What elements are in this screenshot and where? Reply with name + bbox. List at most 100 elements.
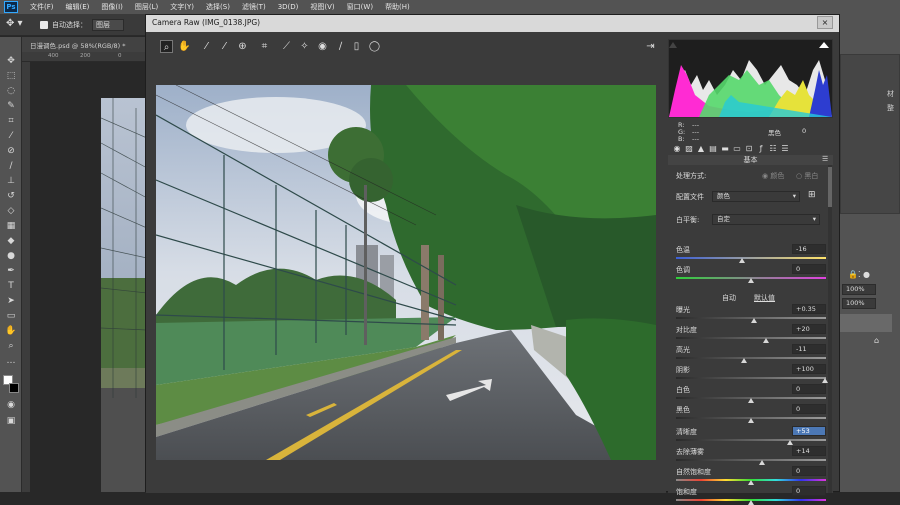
menu-3d[interactable]: 3D(D): [272, 3, 305, 11]
slider-thumb[interactable]: [748, 418, 754, 423]
slider-track[interactable]: [676, 257, 826, 259]
slider-value-field[interactable]: -16: [792, 244, 826, 254]
slider-thumb[interactable]: [821, 378, 828, 383]
more-tools-icon[interactable]: …: [4, 355, 18, 367]
effects-tab-icon[interactable]: ⊡: [744, 144, 754, 154]
eraser-icon[interactable]: ◇: [4, 205, 18, 217]
slider-value-field[interactable]: +14: [792, 446, 826, 456]
menu-type[interactable]: 文字(Y): [164, 2, 200, 12]
layer-row[interactable]: [840, 314, 892, 332]
stamp-icon[interactable]: ⊥: [4, 175, 18, 187]
profile-browser-icon[interactable]: ⊞: [808, 190, 816, 200]
path-select-icon[interactable]: ➤: [4, 295, 18, 307]
lens-tab-icon[interactable]: ▭: [732, 144, 742, 154]
close-button[interactable]: ×: [817, 16, 833, 29]
red-eye-icon[interactable]: ◉: [316, 40, 329, 53]
slider-track[interactable]: [676, 357, 826, 359]
graduated-filter-icon[interactable]: ▯: [350, 40, 363, 53]
presets-tab-icon[interactable]: ☷: [768, 144, 778, 154]
panel-scrollbar-thumb[interactable]: [828, 167, 832, 207]
shape-icon[interactable]: ▭: [4, 310, 18, 322]
default-button[interactable]: 默认值: [754, 293, 775, 303]
blur-icon[interactable]: ◆: [4, 235, 18, 247]
slider-track[interactable]: [676, 337, 826, 339]
image-preview[interactable]: [156, 85, 656, 460]
move-tool-icon[interactable]: ✥ ▾: [6, 18, 32, 32]
screen-mode-icon[interactable]: ▣: [4, 415, 18, 427]
slider-thumb[interactable]: [748, 480, 754, 485]
menu-edit[interactable]: 编辑(E): [60, 2, 96, 12]
panel-scrollbar-track[interactable]: [828, 165, 832, 493]
type-icon[interactable]: T: [4, 280, 18, 292]
lasso-icon[interactable]: ◌: [4, 85, 18, 97]
slider-thumb[interactable]: [748, 278, 754, 283]
radial-filter-icon[interactable]: ◯: [368, 40, 381, 53]
crop-tool-icon[interactable]: ⌗: [4, 115, 18, 127]
menu-filter[interactable]: 滤镜(T): [236, 2, 272, 12]
menu-select[interactable]: 选择(S): [200, 2, 236, 12]
gradient-icon[interactable]: ▦: [4, 220, 18, 232]
document-tab[interactable]: 日漫调色.psd @ 58%(RGB/8) *: [22, 37, 147, 52]
zoom-tool-icon[interactable]: ⌕: [160, 40, 173, 53]
menu-image[interactable]: 图像(I): [95, 2, 129, 12]
white-balance-dropdown[interactable]: 自定 ▾: [712, 214, 820, 225]
slider-thumb[interactable]: [751, 318, 757, 323]
slider-thumb[interactable]: [787, 440, 793, 445]
spot-removal-icon[interactable]: ✧: [298, 40, 311, 53]
white-balance-icon[interactable]: ⁄: [200, 40, 213, 53]
slider-value-field[interactable]: 0: [792, 466, 826, 476]
crop-icon[interactable]: ⌗: [258, 40, 271, 53]
slider-thumb[interactable]: [758, 460, 765, 465]
brush-icon[interactable]: ∕: [4, 160, 18, 172]
detail-tab-icon[interactable]: ▲: [696, 144, 706, 154]
slider-thumb[interactable]: [748, 398, 754, 403]
menu-layer[interactable]: 图层(L): [129, 2, 164, 12]
pen-icon[interactable]: ✒: [4, 265, 18, 277]
slider-value-field[interactable]: 0: [792, 404, 826, 414]
move-icon[interactable]: ✥: [4, 55, 18, 67]
fill-field[interactable]: 100%: [842, 298, 876, 309]
auto-button[interactable]: 自动: [722, 293, 736, 303]
slider-value-field[interactable]: +100: [792, 364, 826, 374]
slider-thumb[interactable]: [740, 358, 747, 363]
slider-value-field[interactable]: +0.35: [792, 304, 826, 314]
slider-thumb[interactable]: [748, 500, 754, 505]
slider-value-field[interactable]: +20: [792, 324, 826, 334]
hsl-tab-icon[interactable]: ▤: [708, 144, 718, 154]
target-adjust-icon[interactable]: ⊕: [236, 40, 249, 53]
background-color-swatch[interactable]: [9, 383, 19, 393]
slider-track[interactable]: [676, 377, 826, 379]
calibration-tab-icon[interactable]: ƒ: [756, 144, 766, 154]
zoom-icon[interactable]: ⌕: [4, 340, 18, 352]
slider-value-field[interactable]: +53: [792, 426, 826, 436]
dodge-icon[interactable]: ●: [4, 250, 18, 262]
slider-track[interactable]: [676, 439, 826, 441]
panel-menu-icon[interactable]: ☰: [822, 155, 832, 165]
layer-options-icon[interactable]: 🔒⁚ ●: [848, 270, 870, 279]
heal-icon[interactable]: ⊘: [4, 145, 18, 157]
hand-tool-icon[interactable]: ✋: [178, 40, 191, 53]
profile-dropdown[interactable]: 颜色 ▾: [712, 191, 800, 202]
slider-value-field[interactable]: -11: [792, 344, 826, 354]
straighten-icon[interactable]: ⟋: [280, 40, 293, 53]
menu-help[interactable]: 帮助(H): [379, 2, 416, 12]
slider-track[interactable]: [676, 459, 826, 461]
color-sampler-icon[interactable]: ⁄: [218, 40, 231, 53]
menu-window[interactable]: 窗口(W): [341, 2, 379, 12]
hand-icon[interactable]: ✋: [4, 325, 18, 337]
menu-file[interactable]: 文件(F): [24, 2, 60, 12]
quick-select-icon[interactable]: ✎: [4, 100, 18, 112]
basic-tab-icon[interactable]: ◉: [672, 144, 682, 154]
snapshots-tab-icon[interactable]: ☰: [780, 144, 790, 154]
quick-mask-icon[interactable]: ◉: [4, 399, 18, 411]
treatment-color-radio[interactable]: ◉ 颜色: [762, 171, 784, 181]
marquee-icon[interactable]: ⬚: [4, 70, 18, 82]
slider-value-field[interactable]: 0: [792, 486, 826, 496]
auto-select-checkbox[interactable]: [40, 21, 48, 29]
adjustment-brush-icon[interactable]: ∕: [334, 40, 347, 53]
slider-value-field[interactable]: 0: [792, 384, 826, 394]
tone-curve-tab-icon[interactable]: ▨: [684, 144, 694, 154]
slider-thumb[interactable]: [763, 338, 769, 343]
history-brush-icon[interactable]: ↺: [4, 190, 18, 202]
split-toning-tab-icon[interactable]: ▬: [720, 144, 730, 154]
